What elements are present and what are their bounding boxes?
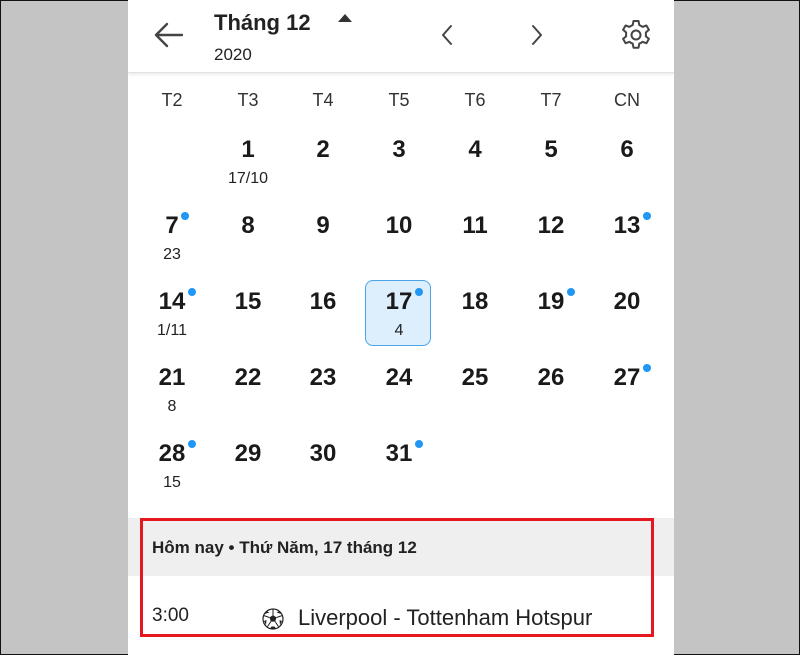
weekday-header-tue: T3 <box>237 90 259 110</box>
year-label: 2020 <box>214 45 252 64</box>
weekday-header-sun: CN <box>614 90 640 110</box>
app-header: Tháng 12 2020 <box>128 0 674 73</box>
calendar-day[interactable]: 31 <box>361 430 437 504</box>
event-indicator-dot <box>181 212 189 220</box>
month-title[interactable]: Tháng 12 <box>214 10 311 36</box>
calendar-day[interactable]: 27 <box>589 354 665 428</box>
settings-gear-icon[interactable] <box>618 16 654 52</box>
calendar-day[interactable]: 7 23 <box>134 202 210 276</box>
calendar-app: Tháng 12 2020 T2 T3 T4 T5 T6 T7 CN 1 17/1… <box>128 0 674 655</box>
event-indicator-dot <box>415 288 423 296</box>
day-number: 6 <box>620 136 634 163</box>
calendar-day[interactable]: 8 <box>210 202 286 276</box>
lunar-date: 8 <box>167 398 177 415</box>
weekday-header-sat: T7 <box>540 90 562 110</box>
lunar-date: 1/11 <box>157 322 187 339</box>
next-month-chevron-icon[interactable] <box>524 22 548 48</box>
calendar-day[interactable]: 23 <box>285 354 361 428</box>
calendar-day[interactable]: 10 <box>361 202 437 276</box>
today-title: Hôm nay • Thứ Năm, 17 tháng 12 <box>152 538 417 557</box>
back-arrow-icon[interactable] <box>152 18 186 52</box>
weekday-header-mon: T2 <box>161 90 183 110</box>
day-number: 25 <box>461 364 489 391</box>
day-number: 1 <box>241 136 255 163</box>
calendar-day-selected[interactable]: 17 4 <box>361 278 437 352</box>
calendar-day[interactable]: 19 <box>513 278 589 352</box>
calendar-day[interactable]: 16 <box>285 278 361 352</box>
calendar-day[interactable]: 26 <box>513 354 589 428</box>
today-panel: Hôm nay • Thứ Năm, 17 tháng 12 3:00 Live… <box>128 518 674 655</box>
day-number: 11 <box>462 212 488 239</box>
day-number: 2 <box>316 136 330 163</box>
day-number: 28 <box>158 440 186 467</box>
event-indicator-dot <box>567 288 575 296</box>
soccer-ball-icon <box>262 608 284 630</box>
calendar-day[interactable]: 29 <box>210 430 286 504</box>
day-number: 14 <box>158 288 186 315</box>
previous-month-chevron-icon[interactable] <box>436 22 460 48</box>
day-number: 31 <box>385 440 413 467</box>
calendar-day[interactable]: 21 8 <box>134 354 210 428</box>
day-number: 29 <box>234 440 262 467</box>
day-number: 13 <box>613 212 641 239</box>
day-number: 10 <box>385 212 413 239</box>
calendar-day[interactable]: 6 <box>589 126 665 200</box>
calendar-day[interactable]: 3 <box>361 126 437 200</box>
calendar-day[interactable]: 5 <box>513 126 589 200</box>
event-time: 3:00 <box>152 605 189 626</box>
calendar-day[interactable]: 13 <box>589 202 665 276</box>
calendar-day[interactable]: 22 <box>210 354 286 428</box>
month-dropdown-caret-icon[interactable] <box>338 14 352 22</box>
day-number: 16 <box>309 288 337 315</box>
calendar-day[interactable]: 24 <box>361 354 437 428</box>
calendar-day[interactable]: 28 15 <box>134 430 210 504</box>
day-number: 26 <box>537 364 565 391</box>
day-number: 9 <box>316 212 330 239</box>
day-number: 21 <box>158 364 186 391</box>
day-number: 18 <box>461 288 489 315</box>
calendar-day[interactable]: 14 1/11 <box>134 278 210 352</box>
calendar-day[interactable]: 20 <box>589 278 665 352</box>
lunar-date: 4 <box>394 322 404 339</box>
calendar-day[interactable]: 11 <box>437 202 513 276</box>
day-number: 23 <box>309 364 337 391</box>
event-title[interactable]: Liverpool - Tottenham Hotspur <box>298 605 592 631</box>
calendar-day[interactable]: 15 <box>210 278 286 352</box>
calendar-day[interactable]: 4 <box>437 126 513 200</box>
day-number: 30 <box>309 440 337 467</box>
lunar-date: 15 <box>163 474 181 491</box>
lunar-date: 23 <box>163 246 181 263</box>
today-header: Hôm nay • Thứ Năm, 17 tháng 12 <box>128 518 674 576</box>
calendar-day[interactable]: 30 <box>285 430 361 504</box>
day-number: 12 <box>537 212 565 239</box>
day-number: 19 <box>537 288 565 315</box>
event-indicator-dot <box>415 440 423 448</box>
weekday-header-fri: T6 <box>464 90 486 110</box>
calendar-day[interactable]: 1 17/10 <box>210 126 286 200</box>
calendar-day[interactable]: 18 <box>437 278 513 352</box>
calendar-day[interactable]: 9 <box>285 202 361 276</box>
weekday-header-wed: T4 <box>312 90 334 110</box>
event-indicator-dot <box>643 212 651 220</box>
calendar-day[interactable]: 12 <box>513 202 589 276</box>
calendar-day[interactable]: 25 <box>437 354 513 428</box>
calendar-day[interactable]: 2 <box>285 126 361 200</box>
event-indicator-dot <box>643 364 651 372</box>
day-number: 7 <box>165 212 179 239</box>
day-number: 5 <box>544 136 558 163</box>
day-number: 8 <box>241 212 255 239</box>
day-number: 4 <box>468 136 482 163</box>
event-indicator-dot <box>188 288 196 296</box>
day-number: 15 <box>234 288 262 315</box>
day-number: 20 <box>613 288 641 315</box>
day-number: 24 <box>385 364 413 391</box>
lunar-date: 17/10 <box>227 170 269 187</box>
weekday-header-thu: T5 <box>388 90 410 110</box>
day-number: 22 <box>234 364 262 391</box>
day-number: 3 <box>392 136 406 163</box>
day-number: 27 <box>613 364 641 391</box>
event-indicator-dot <box>188 440 196 448</box>
day-number: 17 <box>385 288 413 315</box>
